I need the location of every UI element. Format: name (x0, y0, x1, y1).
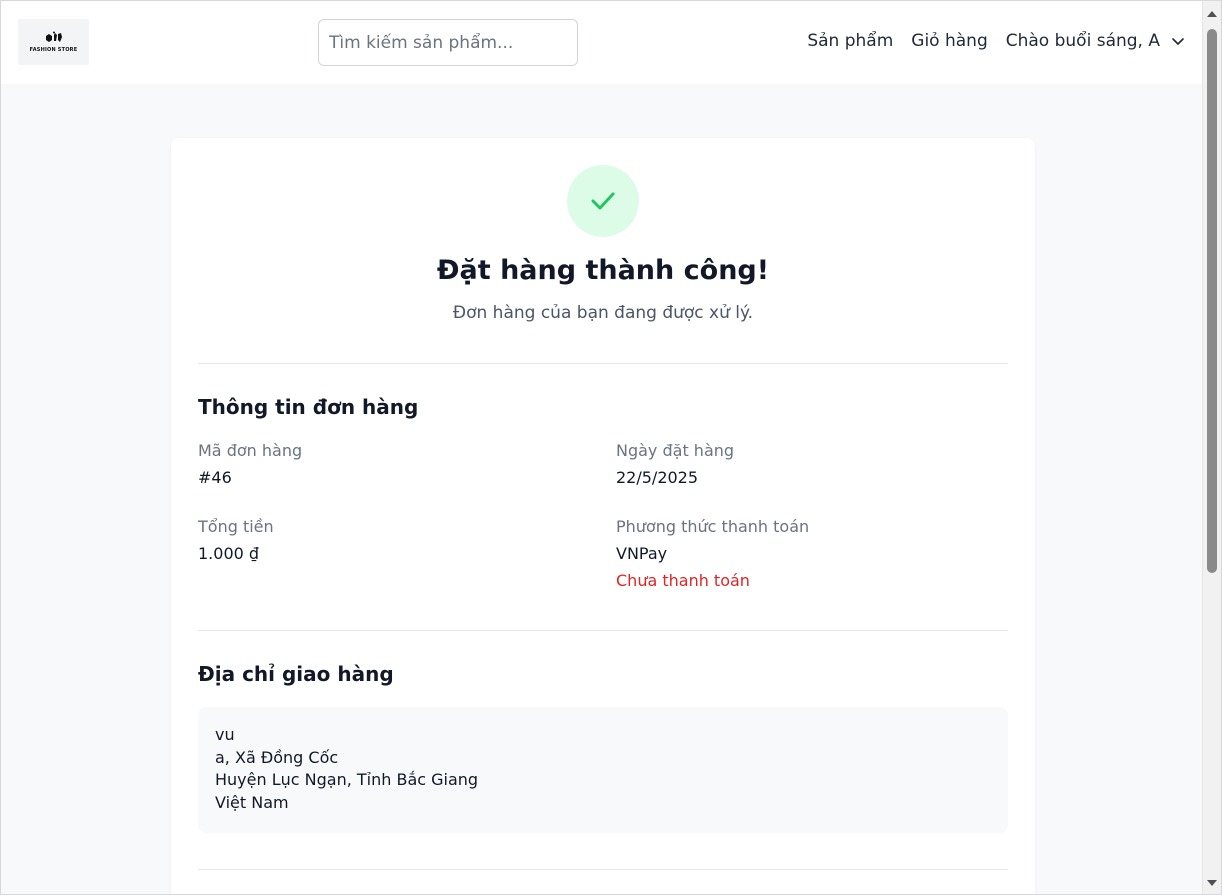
total-value: 1.000 ₫ (198, 544, 260, 563)
main-nav: Sản phẩm Giỏ hàng Chào buổi sáng, A (789, 31, 1186, 51)
divider (198, 363, 1008, 364)
total-label: Tổng tiền (198, 517, 274, 536)
browser-viewport: FASHION STORE Sản phẩm Giỏ hàng Chào buổ… (0, 0, 1222, 895)
page-subtitle: Đơn hàng của bạn đang được xử lý. (452, 303, 754, 323)
shipping-address-title: Địa chỉ giao hàng (198, 662, 394, 686)
order-date-value: 22/5/2025 (616, 468, 699, 487)
success-badge (567, 165, 639, 237)
user-greeting: Chào buổi sáng, A (1005, 31, 1160, 51)
nav-cart-link[interactable]: Giỏ hàng (911, 31, 987, 51)
logo-icon (45, 31, 62, 42)
address-line: vu (215, 725, 235, 744)
store-logo[interactable]: FASHION STORE (18, 19, 89, 65)
order-id-label: Mã đơn hàng (198, 441, 303, 460)
search-input[interactable] (318, 19, 578, 66)
order-date-label: Ngày đặt hàng (616, 441, 735, 460)
site-header: FASHION STORE Sản phẩm Giỏ hàng Chào buổ… (1, 1, 1203, 84)
scrollbar-thumb[interactable] (1207, 29, 1217, 573)
payment-method-label: Phương thức thanh toán (616, 517, 810, 536)
scroll-down-arrow-icon[interactable] (1207, 880, 1217, 886)
scroll-up-arrow-icon[interactable] (1207, 11, 1217, 17)
address-line: Việt Nam (215, 792, 289, 812)
page-scrollbar[interactable] (1202, 1, 1221, 894)
order-success-card: Đặt hàng thành công! Đơn hàng của bạn đa… (171, 138, 1035, 894)
order-id-value: #46 (198, 468, 232, 487)
chevron-down-icon (1172, 38, 1184, 45)
payment-status-badge: Chưa thanh toán (616, 571, 750, 590)
divider (198, 869, 1008, 870)
logo-text: FASHION STORE (29, 47, 78, 53)
address-line: Huyện Lục Ngạn, Tỉnh Bắc Giang (215, 770, 479, 789)
check-icon (591, 192, 615, 210)
page-title: Đặt hàng thành công! (436, 255, 770, 286)
divider (198, 630, 1008, 631)
user-menu-button[interactable]: Chào buổi sáng, A (1006, 31, 1186, 51)
shipping-address-box: vu a, Xã Đồng Cốc Huyện Lục Ngạn, Tỉnh B… (198, 707, 1008, 833)
order-info-title: Thông tin đơn hàng (198, 395, 419, 419)
address-line: a, Xã Đồng Cốc (215, 747, 339, 767)
nav-products-link[interactable]: Sản phẩm (807, 31, 893, 51)
payment-method-value: VNPay (616, 544, 668, 563)
